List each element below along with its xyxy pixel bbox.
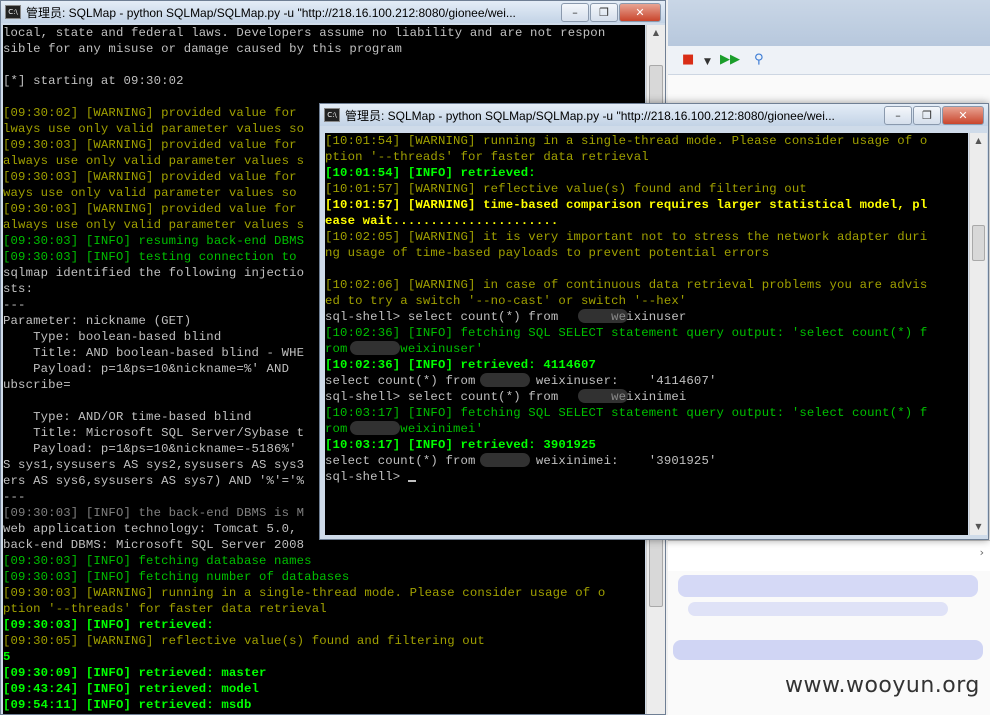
watermark: www.wooyun.org (785, 673, 980, 698)
minimize-button[interactable]: – (884, 105, 912, 125)
console-line: local, state and federal laws. Developer… (3, 26, 606, 40)
tool-icon[interactable]: ⚲ (754, 53, 764, 67)
scroll-down-icon[interactable]: ▼ (970, 519, 987, 535)
ide-toolbar: ■ ▼ ▶▶ ⚲ (668, 46, 990, 75)
console-line: [10:01:57] [WARNING] time-based comparis… (325, 198, 928, 212)
console-line: [10:02:36] [INFO] fetching SQL SELECT st… (325, 326, 928, 340)
dropdown-icon[interactable]: ▼ (704, 55, 711, 69)
console-line: sible for any misuse or damage caused by… (3, 42, 403, 56)
console-output[interactable]: [10:01:54] [WARNING] running in a single… (325, 133, 968, 535)
console-line: [09:30:03] [INFO] fetching database name… (3, 554, 312, 568)
blurred-content (678, 575, 978, 597)
console-line: [*] starting at 09:30:02 (3, 74, 184, 88)
redaction-blur (480, 453, 530, 467)
console-line: [09:43:24] [INFO] retrieved: model (3, 682, 259, 696)
redaction-blur (480, 373, 530, 387)
console-line: [09:30:03] [WARNING] running in a single… (3, 586, 606, 600)
cursor (407, 480, 416, 482)
titlebar-front[interactable]: C:\ 管理员: SQLMap - python SQLMap/SQLMap.p… (320, 104, 988, 126)
vertical-scrollbar[interactable]: ▲ ▼ (969, 133, 987, 535)
console-line: select count(*) from weixinuser: '411460… (325, 374, 717, 388)
console-line: rom weixinimei' (325, 422, 484, 436)
console-line: [09:30:05] [WARNING] reflective value(s)… (3, 634, 485, 648)
scroll-thumb[interactable] (972, 225, 985, 261)
console-icon: C:\ (5, 5, 21, 19)
console-line: [10:03:17] [INFO] fetching SQL SELECT st… (325, 406, 928, 420)
console-line: [09:30:03] [INFO] fetching number of dat… (3, 570, 350, 584)
window-title: 管理员: SQLMap - python SQLMap/SQLMap.py -u… (345, 108, 835, 123)
ide-titlebar-area (668, 0, 990, 46)
console-line: [10:02:05] [WARNING] it is very importan… (325, 230, 928, 244)
console-line: select count(*) from weixinimei: '390192… (325, 454, 717, 468)
console-line: [10:01:54] [INFO] retrieved: (325, 166, 536, 180)
console-line: [10:02:36] [INFO] retrieved: 4114607 (325, 358, 597, 372)
redaction-blur (578, 309, 628, 323)
minimize-button[interactable]: – (561, 2, 589, 22)
console-line: [10:01:57] [WARNING] reflective value(s)… (325, 182, 807, 196)
close-button[interactable]: ✕ (942, 105, 984, 125)
console-line: [10:03:17] [INFO] retrieved: 3901925 (325, 438, 597, 452)
console-icon: C:\ (324, 108, 340, 122)
chevron-icon[interactable]: › (980, 546, 984, 559)
console-line: [09:54:11] [INFO] retrieved: msdb (3, 698, 252, 712)
maximize-button[interactable]: ❐ (590, 2, 618, 22)
close-button[interactable]: ✕ (619, 2, 661, 22)
scroll-up-icon[interactable]: ▲ (647, 25, 665, 41)
console-line: [09:30:03] [INFO] retrieved: (3, 618, 214, 632)
redaction-blur (350, 421, 400, 435)
window-title: 管理员: SQLMap - python SQLMap/SQLMap.py -u… (26, 5, 516, 20)
console-line: ption '--threads' for faster data retrie… (3, 602, 327, 616)
console-line: ed to try a switch '--no-cast' or switch… (325, 294, 687, 308)
console-line: 5 (3, 650, 11, 664)
console-line: rom weixinuser' (325, 342, 484, 356)
console-line: sql-shell> select count(*) from weixinim… (325, 390, 687, 404)
console-line: [09:30:09] [INFO] retrieved: master (3, 666, 267, 680)
ide-panel-header: › (668, 540, 990, 571)
console-window-front: C:\ 管理员: SQLMap - python SQLMap/SQLMap.p… (319, 103, 989, 540)
console-line: ease wait...................... (325, 214, 559, 228)
console-line: [10:02:06] [WARNING] in case of continuo… (325, 278, 928, 292)
console-line: ption '--threads' for faster data retrie… (325, 150, 649, 164)
blurred-content (688, 602, 948, 616)
redaction-blur (350, 341, 400, 355)
console-line: sql-shell> select count(*) from weixinus… (325, 310, 687, 324)
console-line: ng usage of time-based payloads to preve… (325, 246, 770, 260)
titlebar-back[interactable]: C:\ 管理员: SQLMap - python SQLMap/SQLMap.p… (1, 1, 665, 23)
redaction-blur (578, 389, 628, 403)
console-line: [10:01:54] [WARNING] running in a single… (325, 134, 928, 148)
stop-icon[interactable]: ■ (682, 53, 694, 67)
blurred-content (673, 640, 983, 660)
maximize-button[interactable]: ❐ (913, 105, 941, 125)
scroll-up-icon[interactable]: ▲ (970, 133, 987, 149)
console-line: sql-shell> (325, 469, 968, 485)
resume-icon[interactable]: ▶▶ (720, 53, 740, 67)
